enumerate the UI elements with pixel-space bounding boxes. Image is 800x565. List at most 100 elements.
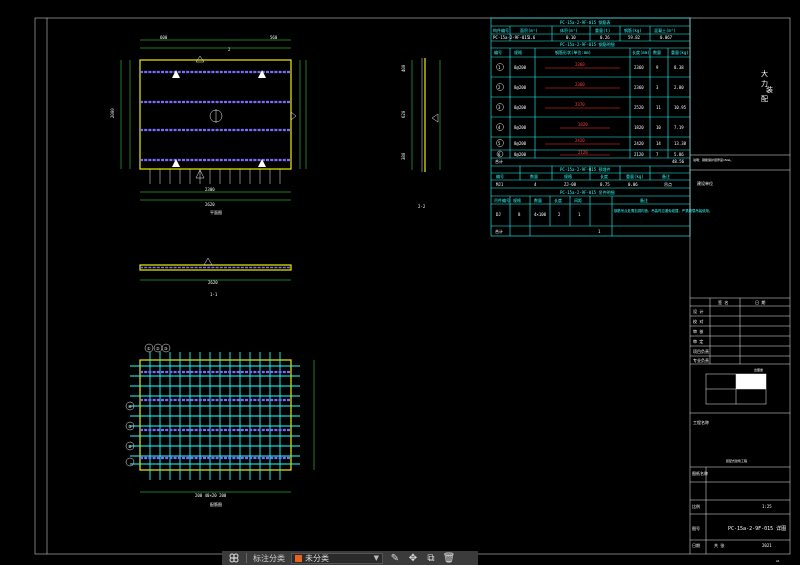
- plan-caption: 平面图: [210, 209, 222, 215]
- schedule-row-3[interactable]: 3 8@200 2370 2520 11 10.95: [496, 102, 687, 111]
- embed-cell: ZJ-08: [564, 182, 577, 187]
- schedule-row-2[interactable]: 2 8@200 2360 2360 3 2.80: [496, 82, 685, 91]
- plan-dim-bottom-total: 2620: [205, 202, 215, 207]
- table-header-3: 重量(t): [595, 27, 610, 33]
- section-2-2-caption: 2-2: [418, 204, 426, 209]
- tb-role: 审 核: [693, 328, 703, 334]
- company-char: 配: [761, 95, 768, 103]
- schedule-row-1[interactable]: 1 8@200 2360 2360 9 8.38: [496, 62, 685, 71]
- row-shape-len: 2120: [578, 150, 588, 155]
- table-header-0: 构件编号: [493, 27, 509, 33]
- rebar-schedule-table[interactable]: PC-15a-2-9F-015 钢筋表 构件编号 面积(m²) 体积(m³) 重…: [490, 17, 712, 237]
- table-title: PC-15a-2-9F-015 钢筋表: [560, 19, 611, 25]
- drawing-label: 图纸名称: [692, 470, 708, 476]
- section-1-1-caption: 1-1: [210, 292, 218, 297]
- sheet-label: 共 张: [714, 542, 724, 548]
- annotation-toolbar: 标注分类 未分类 ▼ ✎ ✥ ⧉ 🗑: [222, 551, 478, 565]
- schedule-row-4[interactable]: 4 8@200 1820 1820 10 7.19: [496, 122, 685, 131]
- row-spec: 8@200: [514, 85, 527, 90]
- table-header-1: 面积(m²): [520, 27, 538, 33]
- section-dim-b: 620: [401, 110, 406, 118]
- category-color-swatch: [295, 554, 302, 562]
- tb-role: 校 对: [693, 318, 703, 324]
- table-cell: 0.10: [566, 35, 576, 40]
- embed-cell: 吊点: [664, 181, 672, 187]
- lift-header-2: 数量: [534, 197, 542, 203]
- embed-title: PC-15a-2-9F-015 预埋件: [560, 166, 611, 172]
- section-2-2[interactable]: 400 620 380 2-2: [401, 58, 441, 209]
- row-shape-len: 2360: [575, 62, 585, 67]
- lift-header-0: 吊件编号: [494, 197, 510, 203]
- sheet-size: A1: [776, 559, 780, 563]
- embed-header-2: 规格: [564, 173, 572, 179]
- plan-dim-top-left: 600: [160, 35, 168, 40]
- row-spec: 8@200: [514, 105, 527, 110]
- embed-header-1: 数量: [530, 173, 538, 179]
- row-qty: 7: [656, 152, 659, 157]
- category-dropdown[interactable]: 未分类 ▼: [291, 552, 383, 564]
- lift-header-1: 规格: [513, 197, 521, 203]
- project-value: 装配式建筑工程: [726, 458, 747, 463]
- sheet-border: [34, 17, 791, 555]
- section-dim-c: 380: [401, 152, 406, 160]
- rebar-grid-label-5: ⑤: [128, 424, 132, 429]
- table-total-value: 48.56: [672, 159, 685, 164]
- rebar-layout-view[interactable]: ① ② ③ ④ ⑤ ⑥ 200 40×20 200 配筋图: [125, 343, 315, 507]
- lift-cell: 2: [558, 212, 561, 217]
- tb-header-date: 日 期: [755, 299, 765, 305]
- lift-note: 钢筋吊点处需加强构造，吊装时应避免碰撞，严禁超载吊装使用。: [614, 208, 712, 213]
- filter-label: 标注分类: [253, 553, 285, 563]
- date-label: 日期: [692, 542, 700, 548]
- row-weight: 8.38: [674, 65, 684, 70]
- schedule-row-5[interactable]: 5 8@200 2420 2420 14 13.38: [496, 138, 687, 147]
- section-1-1[interactable]: 2620 1-1: [139, 257, 292, 297]
- design-note: 说明：钢筋保护层厚度15mm。: [693, 157, 733, 162]
- row-weight: 7.19: [674, 125, 684, 130]
- table-sub-title: PC-15a-2-9F-015 钢筋明细: [560, 41, 615, 47]
- lift-header-3: 长度: [554, 197, 562, 203]
- table-header-2: 体积(m³): [560, 27, 578, 33]
- row-weight: 13.38: [674, 141, 687, 146]
- row-id: 5: [498, 141, 501, 146]
- row-len: 2120: [634, 152, 644, 157]
- chevron-down-icon: ▼: [373, 554, 379, 562]
- cad-drawing-canvas[interactable]: 600 560 2 2000 2300 2620 平面图 400 620 380…: [0, 0, 800, 565]
- plan-view[interactable]: 600 560 2 2000 2300 2620 平面图: [110, 35, 307, 215]
- grid-view-icon[interactable]: [228, 552, 240, 564]
- row-spec: 8@200: [514, 152, 527, 157]
- plan-dim-left: 2000: [110, 108, 115, 118]
- table-total-label: 合计: [495, 158, 503, 164]
- schedule-row-6[interactable]: 6 8@200 2120 2120 7 5.86: [496, 150, 684, 158]
- lift-header-5: 备注: [640, 197, 648, 203]
- copy-icon[interactable]: ⧉: [425, 552, 437, 564]
- move-icon[interactable]: ✥: [407, 552, 419, 564]
- rebar-grid-label-3: ③: [164, 346, 168, 351]
- embed-cell: 0.06: [628, 182, 638, 187]
- row-qty: 11: [656, 105, 661, 110]
- lift-cell: 8: [518, 212, 521, 217]
- lift-title: PC-15a-2-9F-015 吊件明细: [560, 189, 615, 195]
- drawing-no: PC-15a-2-9F-015 详图: [728, 525, 786, 532]
- rebar-grid-label-1: ①: [147, 346, 151, 351]
- tb-role: 项目负责: [693, 348, 709, 354]
- row-id: 3: [498, 105, 501, 110]
- lift-total-value: 1: [598, 229, 601, 234]
- plan-dim-top-right: 560: [270, 35, 278, 40]
- row-qty: 14: [656, 141, 661, 146]
- rebar-grid-label-6: ⑥: [128, 444, 132, 449]
- edit-icon[interactable]: ✎: [389, 552, 401, 564]
- company-char: 大: [761, 69, 768, 78]
- row-len: 2520: [634, 105, 644, 110]
- row-qty: 3: [656, 85, 659, 90]
- stamp-label: 出图章: [754, 367, 763, 372]
- date-value: 2021: [762, 543, 772, 548]
- project-label: 工程名称: [693, 419, 709, 425]
- section-1-1-dim: 2620: [208, 280, 218, 285]
- row-shape-len: 2370: [575, 102, 585, 107]
- table-cell: PC-15a-2-9F-015: [493, 35, 530, 40]
- drawing-no-label: 图号: [692, 525, 700, 531]
- delete-icon[interactable]: 🗑: [443, 552, 456, 564]
- title-block[interactable]: 大 力 装 配 说明：钢筋保护层厚度15mm。 建设单位 签 名 日 期 设 计…: [689, 18, 790, 563]
- embed-cell: 0.75: [600, 182, 610, 187]
- row-id: 1: [498, 65, 501, 70]
